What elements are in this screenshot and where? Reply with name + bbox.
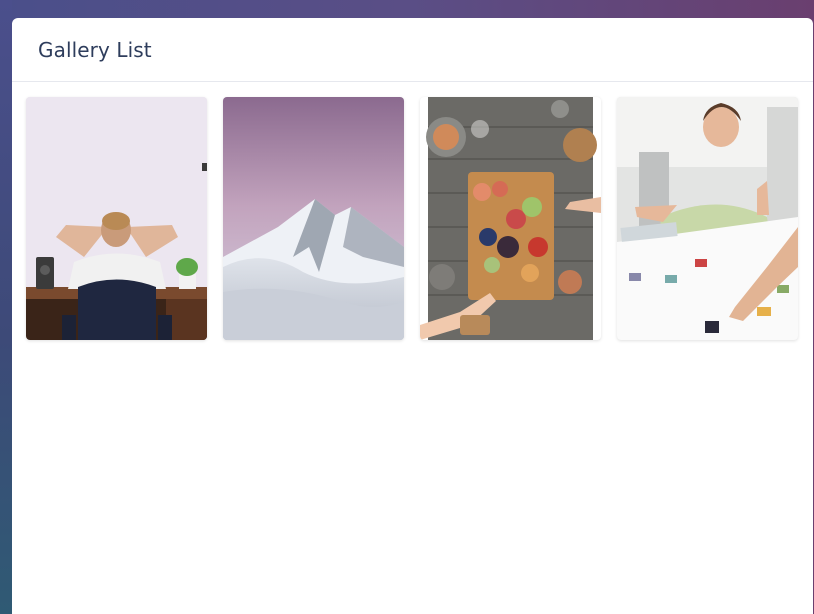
gallery-card: Gallery List — [12, 18, 813, 614]
gallery-item-food[interactable] — [420, 97, 601, 340]
woman-laughing-at-table-photo — [617, 97, 798, 340]
gallery-grid — [26, 97, 798, 340]
gallery-item-woman[interactable] — [617, 97, 798, 340]
food-platter-table-photo — [420, 97, 601, 340]
window-left-edge — [0, 0, 12, 614]
gallery-item-mountain[interactable] — [223, 97, 404, 340]
gallery-item-desk[interactable] — [26, 97, 207, 340]
snowy-mountain-peak-photo — [223, 97, 404, 340]
person-relaxing-at-desk-photo — [26, 97, 207, 340]
page-title: Gallery List — [38, 37, 152, 62]
card-header: Gallery List — [12, 18, 813, 82]
